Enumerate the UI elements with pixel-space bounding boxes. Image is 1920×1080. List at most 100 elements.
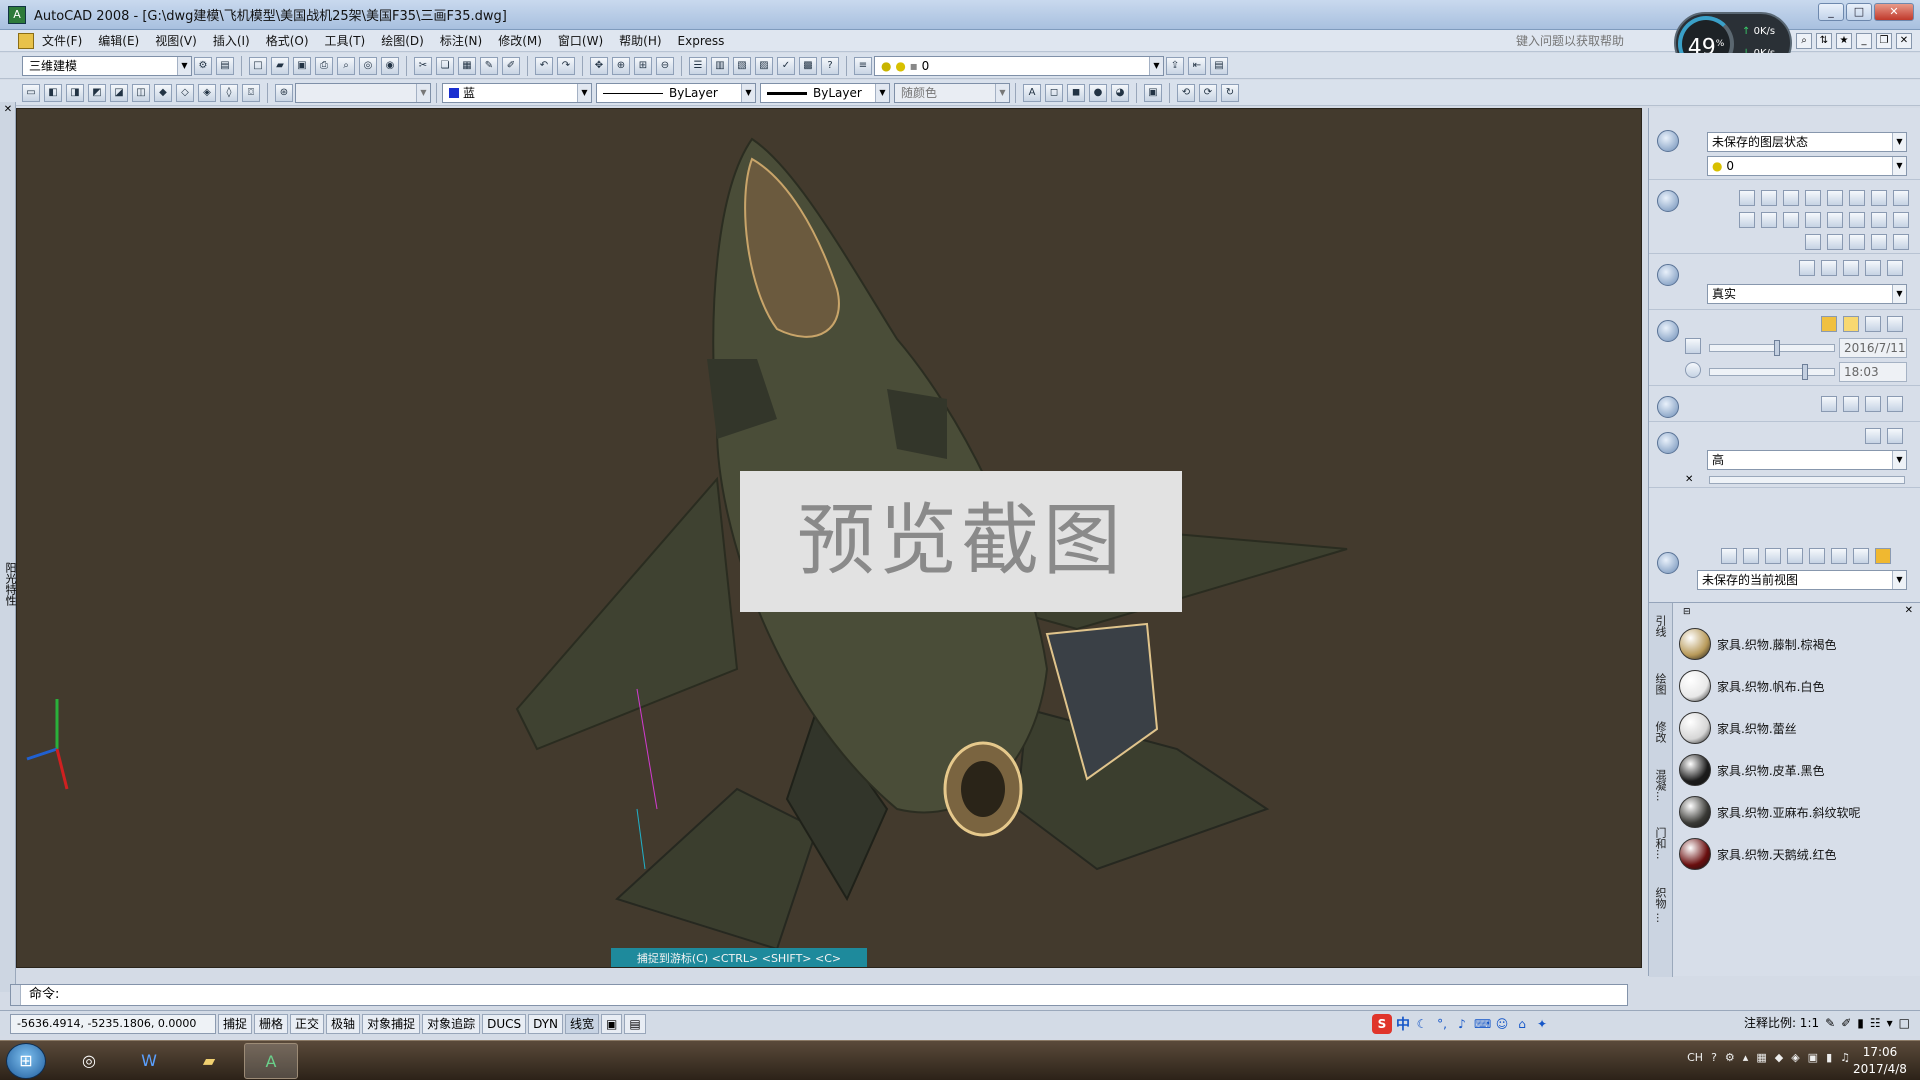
color-select[interactable]: 蓝 ▼ [442, 82, 592, 103]
conceptual-icon[interactable] [1865, 260, 1881, 276]
tool-palettes-icon[interactable]: ▧ [733, 56, 751, 75]
word-taskbar-icon[interactable]: W [122, 1043, 176, 1079]
user-icon[interactable]: ☺ [1494, 1016, 1510, 1032]
help-icon[interactable]: ? [1711, 1051, 1717, 1064]
default-lighting-icon[interactable] [1821, 316, 1837, 332]
punctuation-icon[interactable]: °, [1434, 1016, 1450, 1032]
document-icon[interactable] [18, 32, 34, 49]
network-icon[interactable]: ▦ [1756, 1051, 1766, 1064]
layer-previous-icon[interactable]: ⇤ [1188, 56, 1206, 75]
osnap-toggle[interactable]: 对象捕捉 [362, 1013, 421, 1034]
torus-icon[interactable] [1871, 190, 1887, 206]
current-view-select[interactable]: 未保存的当前视图 ▼ [1697, 570, 1907, 590]
time-slider[interactable] [1709, 364, 1835, 380]
grid-toggle[interactable]: 栅格 [254, 1013, 289, 1034]
date-field[interactable]: 2016/7/11 [1839, 338, 1907, 358]
make-object-layer-current-icon[interactable]: ⇪ [1166, 56, 1184, 75]
pan-icon[interactable]: ✥ [590, 56, 608, 75]
annotation-scale[interactable]: 注释比例: 1:1 [1744, 1014, 1819, 1031]
date-slider-thumb[interactable] [1774, 340, 1780, 356]
menu-modify[interactable]: 修改(M) [490, 32, 550, 49]
doc-minimize-icon[interactable]: _ [1856, 33, 1872, 49]
date-slider[interactable] [1709, 340, 1835, 356]
navigation-panel-icon[interactable] [1657, 552, 1679, 574]
camera-icon[interactable]: ⌼ [242, 83, 260, 102]
microphone-icon[interactable]: ♪ [1454, 1016, 1470, 1032]
favorites-icon[interactable]: ★ [1836, 33, 1852, 49]
workspace-select[interactable]: 三维建模 ▼ [22, 55, 192, 76]
ortho-toggle[interactable]: 正交 [290, 1013, 325, 1034]
time-field[interactable]: 18:03 [1839, 362, 1907, 382]
named-view-select[interactable]: ▼ [295, 82, 431, 103]
dyn-toggle[interactable]: DYN [528, 1013, 564, 1034]
lineweight-select[interactable]: ByLayer ▼ [760, 82, 890, 103]
annotation-visibility-icon[interactable]: ✎ [1825, 1016, 1835, 1030]
close-icon[interactable]: ✕ [1905, 605, 1913, 616]
snap-toggle[interactable]: 捕捉 [218, 1013, 253, 1034]
materials-icon[interactable] [1843, 396, 1859, 412]
zoom-window-icon[interactable]: ⊞ [634, 56, 652, 75]
iso-nw-icon[interactable]: ◊ [220, 83, 238, 102]
ime-language[interactable]: 中 [1396, 1014, 1410, 1034]
menu-window[interactable]: 窗口(W) [550, 32, 611, 49]
wedge-icon[interactable] [1849, 190, 1865, 206]
shirt-icon[interactable]: ⌂ [1514, 1016, 1530, 1032]
view-manager-icon[interactable] [1853, 548, 1869, 564]
visual-style-3d-icon[interactable]: ◼ [1067, 83, 1085, 102]
intersect-icon[interactable] [1849, 234, 1865, 250]
view-top-icon[interactable]: ▭ [22, 83, 40, 102]
realistic-icon[interactable] [1843, 260, 1859, 276]
linetype-select[interactable]: ByLayer ▼ [596, 82, 756, 103]
maximize-button[interactable]: □ [1846, 3, 1872, 21]
iso-se-icon[interactable]: ◇ [176, 83, 194, 102]
visual-style-realistic-icon[interactable]: ◕ [1111, 83, 1129, 102]
save-file-icon[interactable]: ▣ [293, 56, 311, 75]
material-map-icon[interactable] [1821, 396, 1837, 412]
view-left-icon[interactable]: ◨ [66, 83, 84, 102]
auto-scale-icon[interactable]: ✐ [1841, 1016, 1851, 1030]
autocad-taskbar-icon[interactable]: A [244, 1043, 298, 1079]
visual-style-conceptual-icon[interactable]: ● [1089, 83, 1107, 102]
render-region-icon[interactable] [1865, 428, 1881, 444]
properties-icon[interactable]: ☰ [689, 56, 707, 75]
pan-icon[interactable] [1721, 548, 1737, 564]
chevron-down-icon[interactable]: ▾ [1887, 1016, 1893, 1030]
list-item[interactable]: 家具.织物.天鹅绒.红色 [1679, 833, 1915, 875]
taskbar-clock[interactable]: 17:06 2017/4/8 [1850, 1044, 1910, 1078]
iso-sw-icon[interactable]: ◆ [154, 83, 172, 102]
doc-restore-icon[interactable]: ❐ [1876, 33, 1892, 49]
menu-format[interactable]: 格式(O) [258, 32, 317, 49]
hidden-icon[interactable] [1821, 260, 1837, 276]
ducs-toggle[interactable]: DUCS [482, 1013, 527, 1034]
match-properties-icon[interactable]: ✎ [480, 56, 498, 75]
tab-draw[interactable]: 绘图 [1652, 673, 1668, 695]
walk-icon[interactable] [1787, 548, 1803, 564]
show-hidden-icon[interactable]: ▴ [1743, 1051, 1749, 1064]
render-icon[interactable]: ▣ [1144, 83, 1162, 102]
wrench-icon[interactable]: ✦ [1534, 1016, 1550, 1032]
otrack-toggle[interactable]: 对象追踪 [422, 1013, 481, 1034]
communication-center-icon[interactable]: ☷ [1870, 1016, 1881, 1030]
close-icon[interactable]: ✕ [2, 104, 14, 116]
box-icon[interactable] [1739, 190, 1755, 206]
sheet-set-icon[interactable]: ▨ [755, 56, 773, 75]
volume-icon[interactable]: ♫ [1840, 1051, 1850, 1064]
tray-language[interactable]: CH [1687, 1051, 1703, 1064]
redo-icon[interactable]: ↷ [557, 56, 575, 75]
workspace-settings-icon[interactable]: ⚙ [194, 56, 212, 75]
thicken-icon[interactable] [1871, 212, 1887, 228]
minimize-button[interactable]: _ [1818, 3, 1844, 21]
keyboard-icon[interactable]: ⌨ [1474, 1016, 1491, 1032]
menu-express[interactable]: Express [670, 34, 733, 48]
sun-properties-icon[interactable] [1865, 316, 1881, 332]
clean-screen-icon[interactable]: □ [1899, 1016, 1910, 1030]
lights-panel-icon[interactable] [1657, 320, 1679, 342]
layer-manager-icon[interactable]: ≡ [854, 56, 872, 75]
text-style-icon[interactable]: A [1023, 83, 1041, 102]
zoom-previous-icon[interactable]: ⊖ [656, 56, 674, 75]
menu-edit[interactable]: 编辑(E) [90, 32, 147, 49]
visual-style-2d-icon[interactable]: ◻ [1045, 83, 1063, 102]
ime-logo[interactable]: S [1372, 1014, 1392, 1034]
paste-icon[interactable]: ▦ [458, 56, 476, 75]
subtract-icon[interactable] [1827, 234, 1843, 250]
